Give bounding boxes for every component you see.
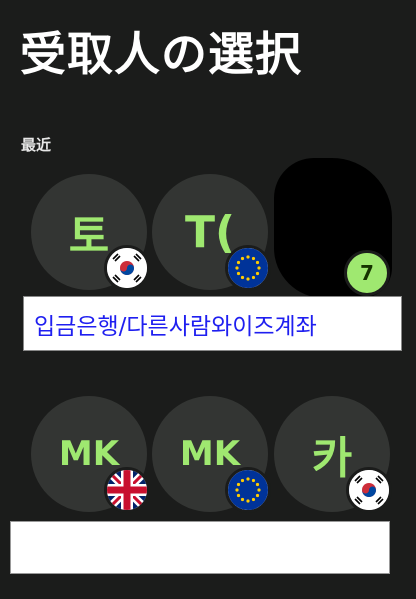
section-label-recent: 最近 — [21, 136, 52, 154]
page-title: 受取人の選択 — [20, 27, 302, 81]
south-korea-flag-icon — [104, 245, 150, 291]
eu-flag-icon — [225, 245, 271, 291]
redaction-box — [10, 521, 390, 574]
eu-flag-icon — [225, 467, 271, 513]
south-korea-flag-icon — [346, 467, 392, 513]
uk-flag-icon — [104, 467, 150, 513]
wise-icon: 7 — [344, 250, 390, 296]
bank-info-banner: 입금은행/다른사람와이즈계좌 — [23, 296, 402, 351]
